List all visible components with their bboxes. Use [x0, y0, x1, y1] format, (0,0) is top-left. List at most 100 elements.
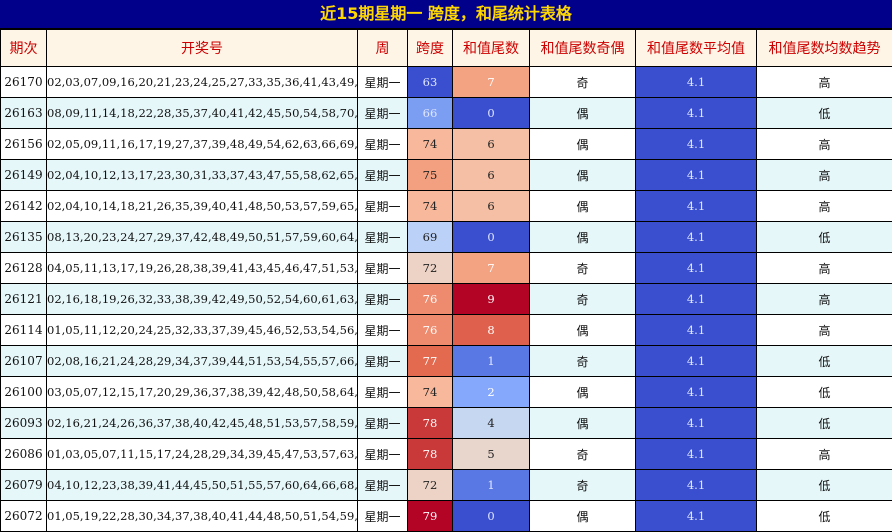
trend-cell: 高 [757, 315, 892, 346]
period-cell: 26156 [1, 129, 47, 160]
numbers-cell: 08,13,20,23,24,27,29,37,42,48,49,50,51,5… [47, 222, 358, 253]
span-cell: 72 [408, 470, 453, 501]
table-row: 2614902,04,10,12,13,17,23,30,31,33,37,43… [1, 160, 892, 191]
period-cell: 26107 [1, 346, 47, 377]
parity-cell: 奇 [530, 470, 636, 501]
span-cell: 74 [408, 191, 453, 222]
header-row: 期次 开奖号 周 跨度 和值尾数 和值尾数奇偶 和值尾数平均值 和值尾数均数趋势 [1, 30, 892, 67]
average-cell: 4.1 [636, 253, 757, 284]
trend-cell: 高 [757, 191, 892, 222]
span-cell: 75 [408, 160, 453, 191]
trend-cell: 低 [757, 222, 892, 253]
numbers-cell: 04,05,11,13,17,19,26,28,38,39,41,43,45,4… [47, 253, 358, 284]
period-cell: 26079 [1, 470, 47, 501]
numbers-cell: 08,09,11,14,18,22,28,35,37,40,41,42,45,5… [47, 98, 358, 129]
table-row: 2607904,10,12,23,38,39,41,44,45,50,51,55… [1, 470, 892, 501]
average-cell: 4.1 [636, 315, 757, 346]
average-cell: 4.1 [636, 129, 757, 160]
period-cell: 26163 [1, 98, 47, 129]
trend-cell: 低 [757, 377, 892, 408]
span-cell: 78 [408, 408, 453, 439]
trend-cell: 高 [757, 160, 892, 191]
parity-cell: 偶 [530, 315, 636, 346]
span-cell: 79 [408, 501, 453, 532]
parity-cell: 奇 [530, 284, 636, 315]
table-row: 2615602,05,09,11,16,17,19,27,37,39,48,49… [1, 129, 892, 160]
table-row: 2607201,05,19,22,28,30,34,37,38,40,41,44… [1, 501, 892, 532]
parity-cell: 奇 [530, 346, 636, 377]
parity-cell: 奇 [530, 67, 636, 98]
numbers-cell: 02,16,18,19,26,32,33,38,39,42,49,50,52,5… [47, 284, 358, 315]
header-week: 周 [358, 30, 408, 67]
numbers-cell: 02,04,10,14,18,21,26,35,39,40,41,48,50,5… [47, 191, 358, 222]
span-cell: 77 [408, 346, 453, 377]
week-cell: 星期一 [358, 191, 408, 222]
period-cell: 26093 [1, 408, 47, 439]
parity-cell: 偶 [530, 129, 636, 160]
period-cell: 26128 [1, 253, 47, 284]
period-cell: 26135 [1, 222, 47, 253]
sum-tail-cell: 1 [453, 470, 530, 501]
parity-cell: 奇 [530, 439, 636, 470]
stats-table: 期次 开奖号 周 跨度 和值尾数 和值尾数奇偶 和值尾数平均值 和值尾数均数趋势… [0, 29, 892, 532]
average-cell: 4.1 [636, 191, 757, 222]
numbers-cell: 02,16,21,24,26,36,37,38,40,42,45,48,51,5… [47, 408, 358, 439]
table-row: 2610003,05,07,12,15,17,20,29,36,37,38,39… [1, 377, 892, 408]
table-row: 2612804,05,11,13,17,19,26,28,38,39,41,43… [1, 253, 892, 284]
trend-cell: 高 [757, 284, 892, 315]
average-cell: 4.1 [636, 377, 757, 408]
average-cell: 4.1 [636, 222, 757, 253]
period-cell: 26170 [1, 67, 47, 98]
span-cell: 76 [408, 284, 453, 315]
table-row: 2611401,05,11,12,20,24,25,32,33,37,39,45… [1, 315, 892, 346]
trend-cell: 低 [757, 346, 892, 377]
trend-cell: 低 [757, 470, 892, 501]
numbers-cell: 02,08,16,21,24,28,29,34,37,39,44,51,53,5… [47, 346, 358, 377]
numbers-cell: 01,05,19,22,28,30,34,37,38,40,41,44,48,5… [47, 501, 358, 532]
header-period: 期次 [1, 30, 47, 67]
sum-tail-cell: 1 [453, 346, 530, 377]
stats-panel: 近15期星期一 跨度，和尾统计表格 期次 开奖号 周 跨度 和值尾数 和值尾数奇… [0, 0, 892, 531]
week-cell: 星期一 [358, 439, 408, 470]
header-sum-tail: 和值尾数 [453, 30, 530, 67]
parity-cell: 偶 [530, 501, 636, 532]
sum-tail-cell: 6 [453, 129, 530, 160]
table-row: 2613508,13,20,23,24,27,29,37,42,48,49,50… [1, 222, 892, 253]
table-row: 2610702,08,16,21,24,28,29,34,37,39,44,51… [1, 346, 892, 377]
sum-tail-cell: 0 [453, 222, 530, 253]
parity-cell: 偶 [530, 98, 636, 129]
table-title: 近15期星期一 跨度，和尾统计表格 [0, 0, 892, 29]
span-cell: 66 [408, 98, 453, 129]
table-row: 2608601,03,05,07,11,15,17,24,28,29,34,39… [1, 439, 892, 470]
average-cell: 4.1 [636, 470, 757, 501]
sum-tail-cell: 2 [453, 377, 530, 408]
average-cell: 4.1 [636, 439, 757, 470]
period-cell: 26142 [1, 191, 47, 222]
week-cell: 星期一 [358, 346, 408, 377]
numbers-cell: 01,03,05,07,11,15,17,24,28,29,34,39,45,4… [47, 439, 358, 470]
table-row: 2617002,03,07,09,16,20,21,23,24,25,27,33… [1, 67, 892, 98]
parity-cell: 偶 [530, 160, 636, 191]
trend-cell: 低 [757, 501, 892, 532]
sum-tail-cell: 9 [453, 284, 530, 315]
average-cell: 4.1 [636, 501, 757, 532]
week-cell: 星期一 [358, 160, 408, 191]
header-tail-average: 和值尾数平均值 [636, 30, 757, 67]
header-numbers: 开奖号 [47, 30, 358, 67]
week-cell: 星期一 [358, 315, 408, 346]
numbers-cell: 02,03,07,09,16,20,21,23,24,25,27,33,35,3… [47, 67, 358, 98]
header-tail-trend: 和值尾数均数趋势 [757, 30, 892, 67]
numbers-cell: 03,05,07,12,15,17,20,29,36,37,38,39,42,4… [47, 377, 358, 408]
sum-tail-cell: 7 [453, 253, 530, 284]
numbers-cell: 01,05,11,12,20,24,25,32,33,37,39,45,46,5… [47, 315, 358, 346]
week-cell: 星期一 [358, 501, 408, 532]
week-cell: 星期一 [358, 470, 408, 501]
parity-cell: 偶 [530, 222, 636, 253]
week-cell: 星期一 [358, 67, 408, 98]
week-cell: 星期一 [358, 253, 408, 284]
trend-cell: 高 [757, 253, 892, 284]
trend-cell: 高 [757, 67, 892, 98]
span-cell: 69 [408, 222, 453, 253]
trend-cell: 高 [757, 439, 892, 470]
week-cell: 星期一 [358, 408, 408, 439]
